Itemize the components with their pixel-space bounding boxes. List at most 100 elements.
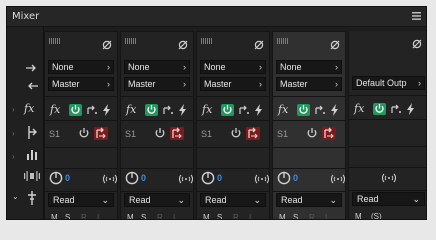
send-power-icon[interactable] bbox=[79, 128, 89, 139]
mute-button[interactable]: M bbox=[203, 213, 210, 219]
automation-mode-dropdown[interactable]: Read ⌄ bbox=[276, 193, 342, 207]
lightning-icon[interactable] bbox=[254, 104, 263, 116]
input-monitor-button[interactable]: I bbox=[173, 213, 175, 219]
input-monitor-button[interactable]: I bbox=[325, 213, 327, 219]
divider bbox=[197, 191, 269, 192]
power-button[interactable] bbox=[145, 104, 158, 116]
output-dropdown[interactable]: Master › bbox=[48, 77, 114, 91]
stereo-width-icon[interactable] bbox=[330, 174, 346, 184]
pre-post-fader-button[interactable] bbox=[170, 127, 184, 140]
chevron-down-icon[interactable]: ⌄ bbox=[12, 192, 19, 201]
stereo-width-icon[interactable] bbox=[178, 174, 194, 184]
solo-button[interactable]: S bbox=[217, 213, 222, 219]
mute-button[interactable]: M bbox=[51, 213, 58, 219]
pan-knob[interactable] bbox=[49, 171, 63, 185]
automation-mode-dropdown[interactable]: Read ⌄ bbox=[124, 193, 190, 207]
pan-knob[interactable] bbox=[125, 171, 139, 185]
phase-invert-icon[interactable] bbox=[178, 40, 188, 50]
fx-icon[interactable]: fx bbox=[278, 103, 288, 116]
solo-button[interactable]: S bbox=[65, 213, 70, 219]
channel-strip: None › Master › fx S1 0 Read ⌄ M S R I bbox=[44, 31, 118, 219]
chevron-right-icon: › bbox=[183, 79, 186, 89]
fx-icon[interactable]: fx bbox=[126, 103, 136, 116]
pan-value[interactable]: 0 bbox=[217, 173, 222, 183]
stereo-width-icon[interactable] bbox=[381, 173, 397, 183]
mute-button[interactable]: M bbox=[279, 213, 286, 219]
input-dropdown[interactable]: None › bbox=[200, 60, 266, 74]
solo-button[interactable]: (S) bbox=[371, 212, 382, 219]
chevron-right-icon: › bbox=[335, 79, 338, 89]
drag-handle[interactable] bbox=[201, 38, 212, 44]
output-dropdown[interactable]: Master › bbox=[200, 77, 266, 91]
fx-icon[interactable]: fx bbox=[354, 102, 364, 115]
output-dropdown[interactable]: Master › bbox=[124, 77, 190, 91]
phase-invert-icon[interactable] bbox=[102, 40, 112, 50]
automation-mode-label: Read bbox=[129, 195, 151, 205]
phase-invert-icon[interactable] bbox=[254, 40, 264, 50]
pre-fader-icon bbox=[172, 127, 182, 139]
power-button[interactable] bbox=[297, 104, 310, 116]
solo-button[interactable]: S bbox=[141, 213, 146, 219]
pan-value[interactable]: 0 bbox=[65, 173, 70, 183]
power-button[interactable] bbox=[69, 104, 82, 116]
automation-mode-dropdown[interactable]: Read ⌄ bbox=[48, 193, 114, 207]
pre-post-fader-button[interactable] bbox=[322, 127, 336, 140]
pan-value[interactable]: 0 bbox=[141, 173, 146, 183]
input-monitor-button[interactable]: I bbox=[97, 213, 99, 219]
input-label: None bbox=[280, 62, 302, 72]
pan-knob[interactable] bbox=[277, 171, 291, 185]
automation-mode-dropdown[interactable]: Read ⌄ bbox=[200, 193, 266, 207]
lightning-icon[interactable] bbox=[102, 104, 111, 116]
stereo-width-icon[interactable] bbox=[102, 174, 118, 184]
send-power-icon[interactable] bbox=[307, 128, 317, 139]
lightning-icon[interactable] bbox=[178, 104, 187, 116]
power-button[interactable] bbox=[221, 104, 234, 116]
pan-knob[interactable] bbox=[201, 171, 215, 185]
drag-handle[interactable] bbox=[49, 38, 60, 44]
input-monitor-button[interactable]: I bbox=[249, 213, 251, 219]
power-icon bbox=[299, 105, 308, 114]
mute-button[interactable]: M bbox=[127, 213, 134, 219]
record-arm-button[interactable]: R bbox=[81, 213, 87, 219]
fx-icon[interactable]: fx bbox=[202, 103, 212, 116]
send-slot-label[interactable]: S1 bbox=[277, 129, 288, 139]
chevron-right-icon[interactable]: › bbox=[12, 152, 15, 161]
input-dropdown[interactable]: None › bbox=[124, 60, 190, 74]
sidechain-icon[interactable] bbox=[239, 105, 250, 115]
sidechain-icon[interactable] bbox=[163, 105, 174, 115]
pre-post-fader-button[interactable] bbox=[246, 127, 260, 140]
mute-button[interactable]: M bbox=[355, 212, 362, 219]
power-button[interactable] bbox=[373, 103, 386, 115]
drag-handle[interactable] bbox=[277, 38, 288, 44]
phase-invert-icon[interactable] bbox=[330, 40, 340, 50]
hamburger-icon[interactable] bbox=[412, 12, 421, 20]
sidechain-icon[interactable] bbox=[315, 105, 326, 115]
pre-post-fader-button[interactable] bbox=[94, 127, 108, 140]
input-dropdown[interactable]: None › bbox=[48, 60, 114, 74]
master-output-dropdown[interactable]: Default Outp › bbox=[352, 76, 425, 90]
fx-icon[interactable]: fx bbox=[50, 103, 60, 116]
send-slot-label[interactable]: S1 bbox=[125, 129, 136, 139]
record-arm-button[interactable]: R bbox=[157, 213, 163, 219]
chevron-right-icon[interactable]: › bbox=[12, 105, 15, 114]
pan-value[interactable]: 0 bbox=[293, 173, 298, 183]
chevron-right-icon[interactable]: › bbox=[12, 129, 15, 138]
divider bbox=[273, 147, 345, 148]
lightning-icon[interactable] bbox=[330, 104, 339, 116]
send-slot-label[interactable]: S1 bbox=[49, 129, 60, 139]
drag-handle[interactable] bbox=[125, 38, 136, 44]
sidechain-icon[interactable] bbox=[391, 104, 402, 114]
record-arm-button[interactable]: R bbox=[233, 213, 239, 219]
send-power-icon[interactable] bbox=[231, 128, 241, 139]
input-dropdown[interactable]: None › bbox=[276, 60, 342, 74]
stereo-width-icon[interactable] bbox=[254, 174, 270, 184]
master-read-dropdown[interactable]: Read ⌄ bbox=[352, 192, 425, 206]
sidechain-icon[interactable] bbox=[87, 105, 98, 115]
record-arm-button[interactable]: R bbox=[309, 213, 315, 219]
send-power-icon[interactable] bbox=[155, 128, 165, 139]
solo-button[interactable]: S bbox=[293, 213, 298, 219]
send-slot-label[interactable]: S1 bbox=[201, 129, 212, 139]
phase-invert-icon[interactable] bbox=[412, 39, 422, 49]
lightning-icon[interactable] bbox=[406, 103, 415, 115]
output-dropdown[interactable]: Master › bbox=[276, 77, 342, 91]
